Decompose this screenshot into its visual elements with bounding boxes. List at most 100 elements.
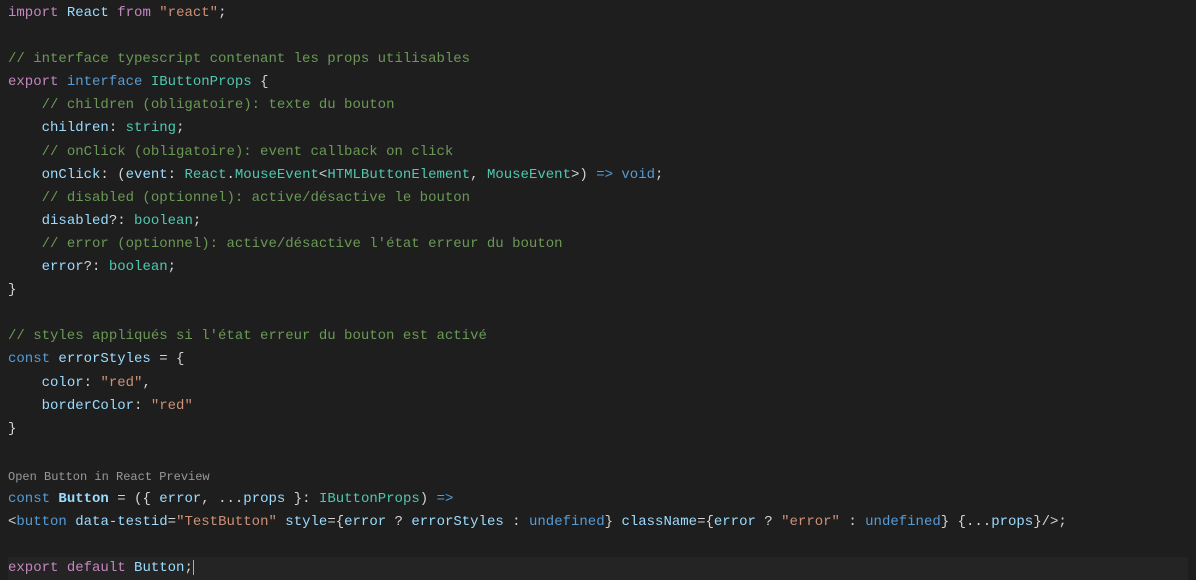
string: "red" (100, 375, 142, 391)
colon: : (100, 167, 108, 183)
brace: } (8, 282, 16, 298)
code-line: import React from "react"; (8, 2, 1188, 25)
optional: ? (84, 259, 92, 275)
dot: . (226, 167, 234, 183)
brace: { (252, 74, 269, 90)
gt: >) (571, 167, 596, 183)
type: boolean (109, 259, 168, 275)
attr: className (621, 514, 697, 530)
undefined: undefined (865, 514, 941, 530)
colon: : (117, 213, 125, 229)
semi: ; (168, 259, 176, 275)
string: "red" (151, 398, 193, 414)
code-line: const errorStyles = { (8, 348, 1188, 371)
code-line: // disabled (optionnel): active/désactiv… (8, 187, 1188, 210)
code-line: color: "red", (8, 372, 1188, 395)
type: MouseEvent (235, 167, 319, 183)
code-line: children: string; (8, 117, 1188, 140)
eq: = (168, 514, 176, 530)
arrow: => (596, 167, 613, 183)
comma: , (142, 375, 150, 391)
prop-color: color (42, 375, 84, 391)
ident: props (991, 514, 1033, 530)
eq: = (327, 514, 335, 530)
paren: ) (420, 491, 437, 507)
tag-close: />; (1042, 514, 1067, 530)
type: React (184, 167, 226, 183)
code-line-cursor: export default Button; (8, 557, 1188, 580)
code-line: <button data-testid="TestButton" style={… (8, 511, 1188, 534)
code-line-blank (8, 441, 1188, 464)
paren: ( (109, 167, 126, 183)
ident: errorStyles (411, 514, 503, 530)
colon: : (109, 120, 117, 136)
param: event (126, 167, 168, 183)
string: "error" (781, 514, 840, 530)
ident-button: Button (134, 560, 184, 576)
keyword-interface: interface (67, 74, 143, 90)
colon: : (302, 491, 310, 507)
brace: } (1033, 514, 1041, 530)
spread: , ... (201, 491, 243, 507)
arrow: => (437, 491, 454, 507)
brace: { (336, 514, 344, 530)
type: HTMLButtonElement (327, 167, 470, 183)
keyword-export: export (8, 560, 58, 576)
keyword-default: default (67, 560, 126, 576)
code-line: // interface typescript contenant les pr… (8, 48, 1188, 71)
comment: // disabled (optionnel): active/désactiv… (42, 190, 470, 206)
code-line-blank (8, 25, 1188, 48)
jsx-tag: button (16, 514, 66, 530)
param-props: props (243, 491, 285, 507)
undefined: undefined (529, 514, 605, 530)
optional: ? (109, 213, 117, 229)
prop-disabled: disabled (42, 213, 109, 229)
brace: } (941, 514, 949, 530)
code-line: borderColor: "red" (8, 395, 1188, 418)
type: IButtonProps (319, 491, 420, 507)
colon: : (168, 167, 176, 183)
code-line: const Button = ({ error, ...props }: IBu… (8, 488, 1188, 511)
colon: : (504, 514, 529, 530)
ternary: ? (386, 514, 411, 530)
code-line: // children (obligatoire): texte du bout… (8, 94, 1188, 117)
code-line-blank (8, 534, 1188, 557)
eq-brace: = { (151, 351, 185, 367)
string-literal: "react" (159, 5, 218, 21)
ident: error (344, 514, 386, 530)
prop-error: error (42, 259, 84, 275)
prop-bordercolor: borderColor (42, 398, 134, 414)
comment: // styles appliqués si l'état erreur du … (8, 328, 487, 344)
semi: ; (176, 120, 184, 136)
keyword-const: const (8, 351, 50, 367)
colon: : (840, 514, 865, 530)
code-line: disabled?: boolean; (8, 210, 1188, 233)
type: string (126, 120, 176, 136)
attr: data-testid (75, 514, 167, 530)
brace: } (285, 491, 302, 507)
semi: ; (193, 213, 201, 229)
void: void (621, 167, 655, 183)
prop-children: children (42, 120, 109, 136)
var-button: Button (58, 491, 108, 507)
attr: style (285, 514, 327, 530)
comment: // onClick (obligatoire): event callback… (42, 144, 454, 160)
comma: , (470, 167, 478, 183)
keyword-import: import (8, 5, 58, 21)
code-line-blank (8, 302, 1188, 325)
code-editor[interactable]: import React from "react"; // interface … (8, 2, 1188, 580)
ident-react: React (67, 5, 109, 21)
codelens-open-preview[interactable]: Open Button in React Preview (8, 464, 1188, 488)
param-error: error (159, 491, 201, 507)
eq: = ({ (109, 491, 159, 507)
ident: error (714, 514, 756, 530)
code-line: } (8, 418, 1188, 441)
comment: // interface typescript contenant les pr… (8, 51, 470, 67)
string: "TestButton" (176, 514, 277, 530)
brace: } (8, 421, 16, 437)
spread: {... (949, 514, 991, 530)
type: boolean (134, 213, 193, 229)
keyword-export: export (8, 74, 58, 90)
semi: ; (184, 560, 192, 576)
colon: : (84, 375, 92, 391)
